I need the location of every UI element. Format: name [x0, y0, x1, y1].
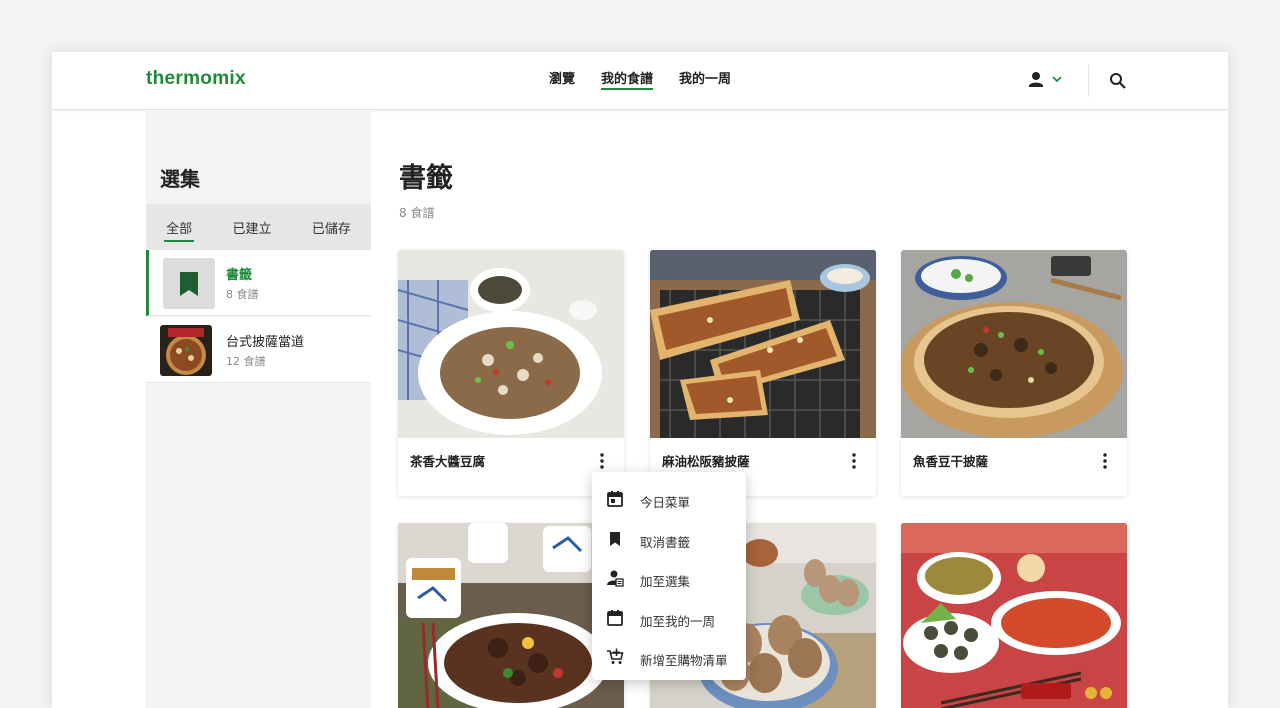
calendar-icon	[607, 609, 623, 626]
recipe-image-tofu-pizza	[901, 250, 1127, 438]
search-button[interactable]	[1108, 71, 1128, 91]
menu-item-remove-bookmark[interactable]: 取消書籤	[592, 520, 746, 560]
collections-sidebar: 選集 全部 已建立 已儲存 書籤 8 食譜 台式披薩當道 12 食譜	[146, 111, 371, 708]
tab-created[interactable]: 已建立	[230, 218, 273, 237]
recipe-name: 茶香大醬豆腐	[410, 454, 486, 469]
sidebar-item-bookmarks[interactable]: 書籤 8 食譜	[146, 250, 371, 316]
main-nav: 瀏覽 我的食譜 我的一周	[549, 52, 731, 110]
collection-count: 12 食譜	[226, 355, 266, 368]
pizza-thumbnail	[160, 325, 212, 376]
menu-label: 新增至購物清單	[640, 653, 728, 668]
recipe-name: 麻油松阪豬披薩	[662, 454, 750, 469]
nav-my-week[interactable]: 我的一周	[679, 52, 731, 110]
menu-label: 加至我的一周	[640, 613, 716, 629]
search-icon	[1110, 73, 1126, 89]
nav-my-recipes[interactable]: 我的食譜	[601, 52, 654, 110]
menu-item-todays-menu[interactable]: 今日菜單	[592, 480, 746, 520]
cart-add-icon	[607, 648, 624, 664]
recipe-card[interactable]: 魚香豆干披薩	[901, 250, 1127, 496]
menu-label: 今日菜單	[640, 495, 691, 510]
more-options-icon[interactable]	[1097, 452, 1113, 470]
recipe-card[interactable]: 麻油松阪豬披薩	[650, 250, 876, 496]
thermomix-logo[interactable]: thermomix	[146, 68, 246, 90]
nav-browse[interactable]: 瀏覽	[549, 52, 575, 110]
top-header: thermomix 瀏覽 我的食譜 我的一周	[52, 52, 1228, 110]
more-options-icon[interactable]	[846, 452, 862, 470]
page-title: 書籤	[399, 163, 453, 194]
bookmark-icon	[180, 272, 198, 296]
sidebar-title: 選集	[160, 167, 200, 191]
tab-all[interactable]: 全部	[164, 218, 195, 242]
add-collection-icon	[607, 570, 624, 587]
recipe-card[interactable]: 茶香大醬豆腐	[398, 250, 624, 496]
calendar-today-icon	[607, 491, 623, 507]
collection-count: 8 食譜	[226, 288, 259, 301]
bookmark-thumbnail	[163, 258, 215, 309]
recipe-context-menu: 今日菜單 取消書籤 加至選集 加至我的一周 新增至購物清單	[592, 472, 746, 680]
recipe-count: 8 食譜	[399, 206, 435, 220]
menu-item-add-to-shopping-list[interactable]: 新增至購物清單	[592, 638, 746, 678]
menu-label: 取消書籤	[640, 534, 691, 550]
recipe-image-tofu-dish	[398, 250, 624, 438]
recipe-image-pork-pizza	[650, 250, 876, 438]
collection-name: 書籤	[226, 268, 253, 283]
user-icon	[1029, 72, 1043, 87]
more-options-icon[interactable]	[594, 452, 610, 470]
menu-item-add-to-my-week[interactable]: 加至我的一周	[592, 599, 746, 639]
user-menu-button[interactable]	[1028, 70, 1064, 92]
collection-tabs: 全部 已建立 已儲存	[146, 204, 371, 250]
chevron-down-icon	[1052, 76, 1062, 83]
tab-saved[interactable]: 已儲存	[310, 218, 353, 237]
recipe-card[interactable]	[901, 523, 1127, 708]
header-divider	[1088, 65, 1089, 97]
recipe-name: 魚香豆干披薩	[913, 454, 989, 469]
sidebar-item-taiwanese-pizza[interactable]: 台式披薩當道 12 食譜	[146, 317, 371, 383]
menu-label: 加至選集	[640, 574, 691, 589]
recipe-image-braised-meat	[398, 523, 624, 708]
bookmark-icon	[610, 531, 620, 546]
menu-item-add-to-collection[interactable]: 加至選集	[592, 559, 746, 599]
collection-name: 台式披薩當道	[226, 335, 305, 350]
recipe-card[interactable]	[398, 523, 624, 708]
recipe-image-festive-dishes	[901, 523, 1127, 708]
app-window: thermomix 瀏覽 我的食譜 我的一周 選集 全部 已建立 已儲存 書籤 …	[52, 52, 1228, 708]
